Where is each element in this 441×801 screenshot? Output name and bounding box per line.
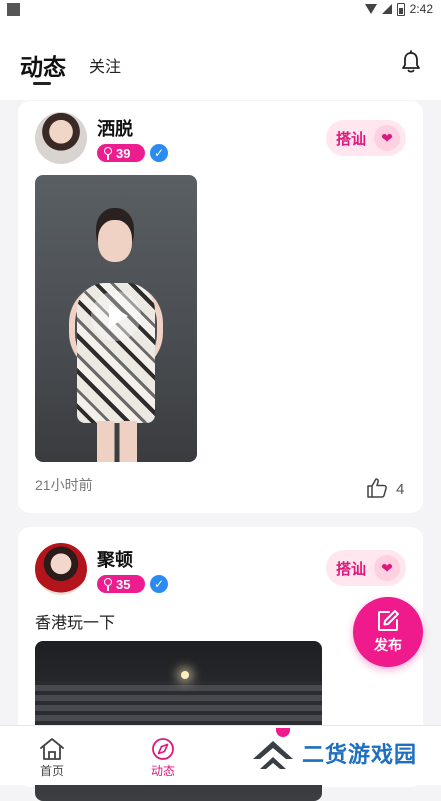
publish-label: 发布	[374, 637, 402, 653]
level-badge: 39	[97, 144, 145, 162]
post-card[interactable]: 洒脱 39 ✓ 搭讪 ❤ 21小时前 4	[18, 101, 423, 513]
photo-light	[181, 671, 189, 679]
chat-up-button[interactable]: 搭讪 ❤	[326, 120, 406, 156]
avatar[interactable]	[35, 543, 87, 595]
post-time: 21小时前	[35, 477, 93, 493]
publish-button[interactable]: 发布	[353, 597, 423, 667]
home-icon	[40, 738, 64, 760]
verified-icon: ✓	[150, 144, 168, 162]
verified-icon: ✓	[150, 575, 168, 593]
status-icons: 2:42	[364, 2, 433, 16]
thumbs-up-icon[interactable]	[366, 477, 388, 499]
female-icon	[103, 578, 113, 591]
nav-label-moments: 动态	[150, 764, 175, 778]
level-value: 35	[116, 576, 131, 592]
tab-moments[interactable]: 动态	[20, 48, 66, 82]
nav-item-moments[interactable]: 动态	[149, 736, 177, 779]
watermark-text: 二货游戏园	[302, 742, 418, 767]
nav-label-home: 首页	[39, 764, 64, 778]
thumbnail-figure-head	[98, 220, 132, 262]
top-header: 动态 关注	[0, 20, 441, 100]
chevron-up-icon	[253, 741, 293, 769]
compass-icon	[152, 738, 174, 760]
chat-up-button[interactable]: 搭讪 ❤	[326, 550, 406, 586]
heart-icon: ❤	[374, 125, 401, 151]
wifi-icon	[364, 4, 377, 14]
video-thumbnail[interactable]	[35, 175, 197, 462]
tab-following[interactable]: 关注	[89, 53, 121, 77]
active-tab-indicator	[33, 82, 51, 85]
heart-icon: ❤	[374, 555, 401, 581]
battery-icon	[396, 2, 405, 16]
edit-icon	[378, 610, 399, 631]
level-value: 39	[116, 145, 131, 161]
chat-up-label: 搭讪	[336, 130, 367, 148]
level-badge: 35	[97, 575, 145, 593]
post-username[interactable]: 聚顿	[97, 546, 133, 572]
post-username[interactable]: 洒脱	[97, 115, 133, 141]
avatar[interactable]	[35, 112, 87, 164]
thumbnail-figure-legs	[97, 421, 137, 462]
play-icon[interactable]	[91, 291, 141, 341]
like-count: 4	[396, 481, 405, 498]
nav-item-home[interactable]: 首页	[38, 736, 66, 779]
status-time: 2:42	[409, 2, 433, 16]
post-text: 香港玩一下	[35, 615, 116, 632]
status-bar: 2:42	[0, 0, 441, 20]
chat-up-label: 搭讪	[336, 560, 367, 578]
female-icon	[103, 147, 113, 160]
watermark-logo: 二货游戏园	[250, 733, 417, 773]
bell-icon[interactable]	[400, 50, 422, 74]
signal-icon	[381, 4, 392, 14]
notification-icon	[7, 3, 20, 16]
